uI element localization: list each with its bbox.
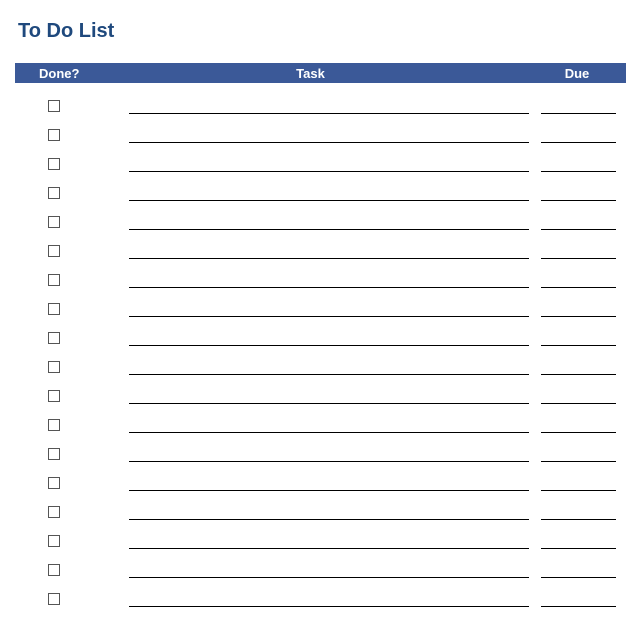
done-cell xyxy=(19,352,89,381)
due-input-line[interactable] xyxy=(541,345,616,346)
task-input-line[interactable] xyxy=(129,577,529,578)
table-row xyxy=(15,149,626,178)
done-cell xyxy=(19,207,89,236)
done-checkbox[interactable] xyxy=(48,448,60,460)
due-input-line[interactable] xyxy=(541,519,616,520)
done-cell xyxy=(19,323,89,352)
done-cell xyxy=(19,381,89,410)
table-row xyxy=(15,352,626,381)
done-checkbox[interactable] xyxy=(48,187,60,199)
done-checkbox[interactable] xyxy=(48,100,60,112)
done-checkbox[interactable] xyxy=(48,158,60,170)
task-input-line[interactable] xyxy=(129,316,529,317)
task-input-line[interactable] xyxy=(129,113,529,114)
task-input-line[interactable] xyxy=(129,606,529,607)
table-row xyxy=(15,91,626,120)
done-checkbox[interactable] xyxy=(48,535,60,547)
done-cell xyxy=(19,236,89,265)
table-row xyxy=(15,497,626,526)
done-cell xyxy=(19,178,89,207)
done-cell xyxy=(19,265,89,294)
table-row xyxy=(15,584,626,613)
due-input-line[interactable] xyxy=(541,548,616,549)
table-row xyxy=(15,120,626,149)
table-row xyxy=(15,555,626,584)
table-row xyxy=(15,207,626,236)
done-checkbox[interactable] xyxy=(48,390,60,402)
task-input-line[interactable] xyxy=(129,519,529,520)
table-row xyxy=(15,468,626,497)
due-input-line[interactable] xyxy=(541,258,616,259)
done-checkbox[interactable] xyxy=(48,506,60,518)
due-input-line[interactable] xyxy=(541,200,616,201)
header-task: Task xyxy=(89,66,532,81)
due-input-line[interactable] xyxy=(541,606,616,607)
table-row xyxy=(15,410,626,439)
due-input-line[interactable] xyxy=(541,229,616,230)
done-checkbox[interactable] xyxy=(48,361,60,373)
done-cell xyxy=(19,439,89,468)
due-input-line[interactable] xyxy=(541,374,616,375)
task-input-line[interactable] xyxy=(129,461,529,462)
due-input-line[interactable] xyxy=(541,316,616,317)
done-cell xyxy=(19,410,89,439)
task-input-line[interactable] xyxy=(129,490,529,491)
done-checkbox[interactable] xyxy=(48,419,60,431)
due-input-line[interactable] xyxy=(541,171,616,172)
done-cell xyxy=(19,294,89,323)
task-input-line[interactable] xyxy=(129,287,529,288)
task-input-line[interactable] xyxy=(129,142,529,143)
task-input-line[interactable] xyxy=(129,258,529,259)
done-checkbox[interactable] xyxy=(48,245,60,257)
page-title: To Do List xyxy=(18,20,626,43)
task-input-line[interactable] xyxy=(129,548,529,549)
table-row xyxy=(15,526,626,555)
due-input-line[interactable] xyxy=(541,142,616,143)
table-header: Done? Task Due xyxy=(15,63,626,83)
rows-container xyxy=(15,91,626,613)
task-input-line[interactable] xyxy=(129,432,529,433)
done-checkbox[interactable] xyxy=(48,564,60,576)
task-input-line[interactable] xyxy=(129,374,529,375)
task-input-line[interactable] xyxy=(129,200,529,201)
due-input-line[interactable] xyxy=(541,403,616,404)
due-input-line[interactable] xyxy=(541,287,616,288)
done-cell xyxy=(19,584,89,613)
task-input-line[interactable] xyxy=(129,345,529,346)
table-row xyxy=(15,236,626,265)
done-cell xyxy=(19,526,89,555)
table-row xyxy=(15,439,626,468)
table-row xyxy=(15,294,626,323)
done-checkbox[interactable] xyxy=(48,303,60,315)
task-input-line[interactable] xyxy=(129,403,529,404)
table-row xyxy=(15,381,626,410)
done-cell xyxy=(19,149,89,178)
done-checkbox[interactable] xyxy=(48,216,60,228)
done-cell xyxy=(19,468,89,497)
task-input-line[interactable] xyxy=(129,171,529,172)
done-checkbox[interactable] xyxy=(48,129,60,141)
done-checkbox[interactable] xyxy=(48,332,60,344)
done-checkbox[interactable] xyxy=(48,477,60,489)
due-input-line[interactable] xyxy=(541,113,616,114)
due-input-line[interactable] xyxy=(541,490,616,491)
done-cell xyxy=(19,555,89,584)
done-cell xyxy=(19,91,89,120)
table-row xyxy=(15,323,626,352)
header-done: Done? xyxy=(19,66,89,81)
done-cell xyxy=(19,120,89,149)
task-input-line[interactable] xyxy=(129,229,529,230)
table-row xyxy=(15,265,626,294)
done-cell xyxy=(19,497,89,526)
done-checkbox[interactable] xyxy=(48,274,60,286)
done-checkbox[interactable] xyxy=(48,593,60,605)
due-input-line[interactable] xyxy=(541,432,616,433)
due-input-line[interactable] xyxy=(541,461,616,462)
due-input-line[interactable] xyxy=(541,577,616,578)
header-due: Due xyxy=(532,66,622,81)
table-row xyxy=(15,178,626,207)
